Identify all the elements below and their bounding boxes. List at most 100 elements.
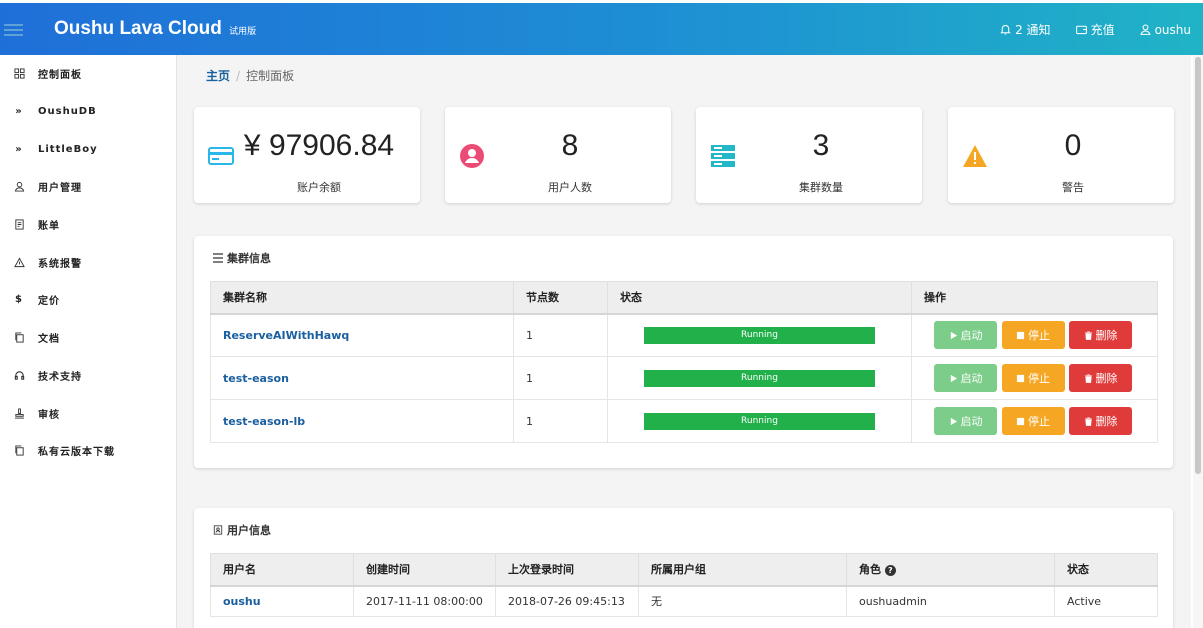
sidebar-item-label: 用户管理 [38, 182, 82, 194]
start-label: 启动 [960, 415, 983, 428]
breadcrumb-current: 控制面板 [246, 69, 295, 83]
recharge-link[interactable]: 充值 [1075, 21, 1115, 38]
notifications-label: 2 通知 [1015, 23, 1051, 37]
sidebar-item-label: 系统报警 [38, 258, 82, 270]
stop-button[interactable]: 停止 [1001, 407, 1065, 435]
recharge-label: 充值 [1090, 23, 1115, 37]
sidebar-item-littleboy[interactable]: » LittleBoy [0, 139, 176, 159]
stop-button[interactable]: 停止 [1001, 321, 1065, 350]
user-table: 用户名 创建时间 上次登录时间 所属用户组 角色 ? 状态 oushu 2017… [210, 553, 1158, 617]
sidebar-item-label: LittleBoy [38, 143, 98, 155]
column-header: 操作 [911, 281, 1158, 315]
start-button[interactable]: 启动 [934, 407, 997, 435]
table-row: test-eason-lb 1 Running 启动 停止 删除 [210, 399, 1158, 443]
start-label: 启动 [960, 329, 983, 343]
sidebar-item-label: 控制面板 [38, 69, 82, 81]
status-bar: Running [644, 412, 875, 430]
status-bar: Running [644, 326, 875, 344]
column-header: 状态 [607, 281, 912, 315]
sidebar-item-user-management[interactable]: 用户管理 [0, 176, 176, 196]
user-panel: 用户信息 用户名 创建时间 上次登录时间 所属用户组 角色 ? 状态 oushu… [194, 508, 1173, 628]
role-header: 角色 ? [846, 553, 1055, 587]
user-group: 无 [638, 585, 847, 617]
delete-label: 删除 [1095, 372, 1118, 385]
stop-label: 停止 [1028, 329, 1050, 343]
user-role: oushuadmin [846, 585, 1055, 617]
trash-icon [1084, 374, 1092, 383]
sidebar-item-support[interactable]: 技术支持 [0, 365, 176, 385]
hamburger-menu-icon[interactable] [4, 24, 23, 36]
stat-value: ¥ 97906.84 [243, 129, 395, 162]
delete-label: 删除 [1095, 329, 1118, 343]
cluster-title-text: 集群信息 [227, 252, 271, 265]
cluster-name-link[interactable]: test-eason-lb [223, 415, 305, 428]
column-header: 状态 [1054, 553, 1158, 587]
breadcrumb-home[interactable]: 主页 [206, 69, 230, 83]
column-header: 上次登录时间 [495, 553, 639, 587]
brand[interactable]: Oushu Lava Cloud 试用版 [54, 18, 256, 40]
grid-icon [0, 67, 38, 79]
double-chevron-icon: » [15, 143, 23, 155]
sidebar-item-label: 技术支持 [38, 371, 82, 383]
sidebar-item-review[interactable]: 审核 [0, 403, 176, 423]
sidebar-item-alerts[interactable]: 系统报警 [0, 252, 176, 272]
sidebar-item-private-cloud-download[interactable]: 私有云版本下载 [0, 440, 176, 460]
cluster-table: 集群名称 节点数 状态 操作 ReserveAIWithHawq 1 Runni… [210, 281, 1158, 443]
warning-icon [0, 256, 38, 268]
cluster-name-link[interactable]: ReserveAIWithHawq [223, 329, 349, 342]
id-card-icon [213, 525, 223, 535]
sidebar-item-bills[interactable]: 账单 [0, 214, 176, 234]
sidebar-item-label: OushuDB [38, 105, 97, 117]
start-button[interactable]: 启动 [934, 364, 997, 392]
stop-icon [1016, 331, 1025, 339]
start-button[interactable]: 启动 [934, 321, 997, 350]
breadcrumb-separator: / [236, 69, 241, 83]
help-icon[interactable]: ? [884, 564, 896, 576]
sidebar-item-oushudb[interactable]: » OushuDB [0, 101, 176, 121]
cluster-panel-title: 集群信息 [212, 250, 271, 266]
stat-label: 集群数量 [799, 181, 843, 194]
cluster-panel: 集群信息 集群名称 节点数 状态 操作 ReserveAIWithHawq 1 … [194, 236, 1173, 468]
stop-icon [1016, 374, 1025, 382]
scrollbar-thumb[interactable] [1195, 57, 1201, 474]
stop-label: 停止 [1028, 372, 1050, 385]
top-header: Oushu Lava Cloud 试用版 2 通知 充值 oushu [0, 3, 1203, 55]
stat-value: 8 [561, 129, 579, 162]
main-content: 主页 / 控制面板 ¥ 97906.84 账户余额 8 用户人数 3 集群数量 0 … [177, 55, 1191, 628]
sidebar-item-label: 私有云版本下载 [38, 446, 115, 458]
list-icon [213, 253, 223, 263]
stop-button[interactable]: 停止 [1001, 364, 1065, 392]
play-icon [950, 374, 957, 382]
sidebar-item-pricing[interactable]: $ 定价 [0, 289, 176, 309]
username-link[interactable]: oushu [223, 595, 261, 608]
user-menu[interactable]: oushu [1139, 21, 1191, 38]
node-count: 1 [513, 399, 608, 443]
column-header: 集群名称 [210, 281, 514, 315]
cluster-name-link[interactable]: test-eason [223, 372, 289, 385]
scrollbar[interactable] [1193, 55, 1203, 628]
notifications-link[interactable]: 2 通知 [999, 21, 1051, 38]
stat-card-clusters: 3 集群数量 [696, 107, 922, 203]
user-panel-title: 用户信息 [212, 522, 271, 538]
brand-name: Oushu Lava Cloud [54, 18, 222, 39]
column-header: 创建时间 [353, 553, 496, 587]
username-label: oushu [1154, 22, 1191, 37]
stat-label: 警告 [1062, 181, 1084, 194]
sidebar-item-label: 账单 [38, 220, 60, 232]
delete-button[interactable]: 删除 [1069, 407, 1132, 435]
column-header: 所属用户组 [638, 553, 847, 587]
sidebar-item-dashboard[interactable]: 控制面板 [0, 63, 176, 83]
stat-label: 账户余额 [297, 181, 341, 194]
last-login-time: 2018-07-26 09:45:13 [495, 585, 639, 617]
delete-button[interactable]: 删除 [1069, 321, 1132, 350]
trash-icon [1084, 331, 1092, 340]
play-icon [950, 417, 957, 425]
stat-value: 3 [812, 129, 830, 162]
status-bar: Running [644, 369, 875, 387]
sidebar-item-docs[interactable]: 文档 [0, 327, 176, 347]
delete-button[interactable]: 删除 [1069, 364, 1132, 392]
created-time: 2017-11-11 08:00:00 [353, 585, 496, 617]
stat-label: 用户人数 [548, 181, 592, 194]
stat-value: 0 [1064, 129, 1082, 162]
column-header-text: 角色 [859, 563, 881, 577]
